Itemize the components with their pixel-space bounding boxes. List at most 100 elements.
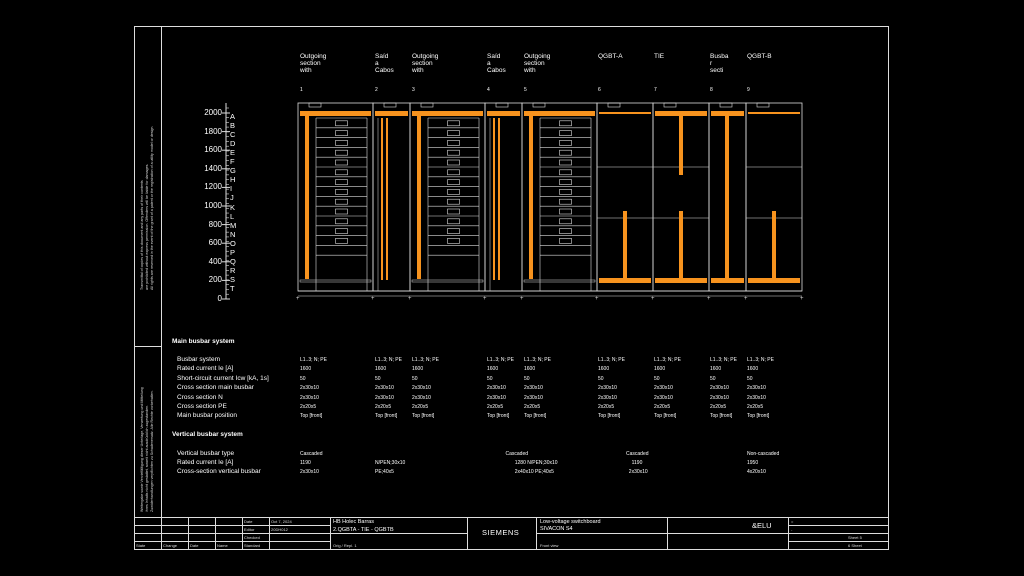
tb-line bbox=[330, 533, 467, 534]
vertical-busbar-title: Vertical busbar system bbox=[172, 431, 243, 438]
drawer-handle bbox=[335, 238, 348, 244]
main-busbar-cell: 2x20x5 bbox=[654, 404, 671, 410]
drawer-handle bbox=[559, 198, 572, 205]
drawer-handle bbox=[559, 130, 572, 136]
main-busbar-cell: 2x30x10 bbox=[487, 394, 506, 401]
drawer-handle bbox=[559, 228, 572, 234]
main-busbar-cell: 2x30x10 bbox=[598, 394, 617, 401]
drawer-handle bbox=[447, 189, 460, 195]
date-label: Date bbox=[244, 519, 253, 524]
drawer-handle bbox=[559, 208, 572, 215]
vertical-busbar-cell: 4x20x10 bbox=[747, 469, 766, 476]
main-busbar-cell: 2x30x10 bbox=[524, 385, 543, 392]
cable-busbar bbox=[493, 118, 495, 280]
main-busbar-cell: Top [front] bbox=[487, 413, 510, 420]
main-busbar-cell: 2x30x10 bbox=[300, 394, 319, 401]
main-busbar bbox=[748, 112, 800, 114]
cable-busbar bbox=[381, 118, 383, 280]
main-busbar-cell: 1600 bbox=[300, 366, 312, 373]
tb-line bbox=[536, 517, 537, 550]
vertical-busbar bbox=[725, 113, 729, 281]
cubicle-tag bbox=[532, 102, 546, 108]
drawer-handle bbox=[335, 189, 348, 195]
main-busbar bbox=[375, 111, 408, 116]
drawer-handle bbox=[447, 159, 460, 166]
front-view-elevation: + + + + + + + + + + bbox=[222, 102, 804, 302]
vertical-busbar bbox=[305, 111, 309, 279]
siemens-logo: SIEMENS bbox=[482, 528, 520, 537]
cubicle-tag bbox=[383, 102, 397, 108]
main-busbar-cell: 50 bbox=[300, 375, 306, 382]
drawer-handle bbox=[447, 130, 460, 136]
main-busbar-cell: 2x30x10 bbox=[710, 385, 729, 392]
editor-label: Editor bbox=[244, 527, 255, 532]
main-busbar-row-label: Short-circuit current Icw [kA, 1s] bbox=[177, 374, 269, 382]
vertical-busbar-cell: 1190 bbox=[631, 460, 643, 467]
drawer-handle bbox=[559, 169, 572, 176]
main-busbar bbox=[524, 111, 595, 116]
drawer-handle bbox=[559, 149, 572, 156]
dimension-marker: + bbox=[651, 296, 655, 302]
side-note-line: Zuwiderhandlungen verpflichten zu Schade… bbox=[150, 390, 154, 512]
main-busbar-cell: 50 bbox=[747, 375, 753, 382]
drawer-handle bbox=[559, 159, 572, 166]
tb-line bbox=[467, 517, 468, 550]
bottom-busbar bbox=[655, 278, 707, 283]
tb-line bbox=[242, 517, 243, 550]
editor-value: 20DH012 bbox=[271, 527, 288, 532]
main-busbar bbox=[487, 111, 520, 116]
vertical-busbar-cell: 1950 bbox=[747, 460, 759, 467]
tb-line bbox=[788, 525, 889, 526]
drawer-handle bbox=[447, 218, 460, 225]
main-busbar-row-label: Main busbar position bbox=[177, 412, 237, 420]
drawer-handle bbox=[335, 198, 348, 205]
description-line2: SIVACON S4 bbox=[540, 526, 573, 532]
tb-line bbox=[269, 517, 270, 550]
drawer-handle bbox=[559, 179, 572, 185]
cable-busbar bbox=[386, 118, 388, 280]
pe-busbar bbox=[299, 279, 372, 283]
dimension-marker: + bbox=[744, 296, 748, 302]
main-busbar-cell: 1600 bbox=[412, 366, 424, 373]
main-busbar-cell: Top [front] bbox=[412, 413, 435, 420]
main-busbar-cell: Top [front] bbox=[747, 413, 770, 420]
tb-line bbox=[788, 541, 889, 542]
dimension-marker: + bbox=[483, 296, 487, 302]
bottom-busbar bbox=[711, 278, 744, 283]
drawer-handle bbox=[335, 159, 348, 166]
dimension-marker: + bbox=[296, 296, 300, 302]
drawer-handle bbox=[335, 120, 348, 127]
main-busbar-cell: L1..3; N; PE bbox=[300, 357, 327, 363]
drawer-handle bbox=[559, 140, 572, 146]
equals-sign: = bbox=[791, 519, 794, 524]
cubicle-outline bbox=[372, 102, 411, 292]
cubicle-tag bbox=[663, 102, 677, 108]
main-busbar-row-label: Rated current Ie [A] bbox=[177, 365, 234, 373]
drawer-handle bbox=[335, 140, 348, 146]
vertical-busbar bbox=[417, 111, 421, 279]
vertical-busbar-cell: Cascaded bbox=[300, 451, 323, 457]
tb-line bbox=[134, 533, 330, 534]
main-busbar-cell: 2x20x5 bbox=[747, 404, 764, 410]
view-label: Front view bbox=[540, 543, 559, 548]
main-busbar-title: Main busbar system bbox=[172, 338, 235, 345]
tb-line bbox=[134, 541, 330, 542]
change-label: Change bbox=[163, 543, 178, 548]
main-busbar-cell: L1..3; N; PE bbox=[654, 357, 681, 363]
drawer-handle bbox=[559, 238, 572, 244]
dimension-marker: + bbox=[800, 296, 804, 302]
main-busbar-row-label: Cross section main busbar bbox=[177, 384, 254, 392]
main-busbar-row-label: Busbar system bbox=[177, 356, 220, 363]
vertical-busbar-cell: Cascaded bbox=[505, 451, 529, 457]
drawer-handle bbox=[559, 218, 572, 225]
main-busbar-cell: 2x30x10 bbox=[598, 385, 617, 392]
cubicle-tag bbox=[719, 102, 733, 108]
side-strip-split bbox=[134, 346, 161, 347]
main-busbar bbox=[599, 112, 651, 114]
tb-line bbox=[330, 517, 331, 550]
tb-line bbox=[536, 533, 889, 534]
drawer-handle bbox=[447, 179, 460, 185]
main-busbar-cell: Top [front] bbox=[300, 413, 323, 420]
sheet-number: Sheet 5 bbox=[848, 535, 862, 540]
main-busbar bbox=[300, 111, 371, 116]
